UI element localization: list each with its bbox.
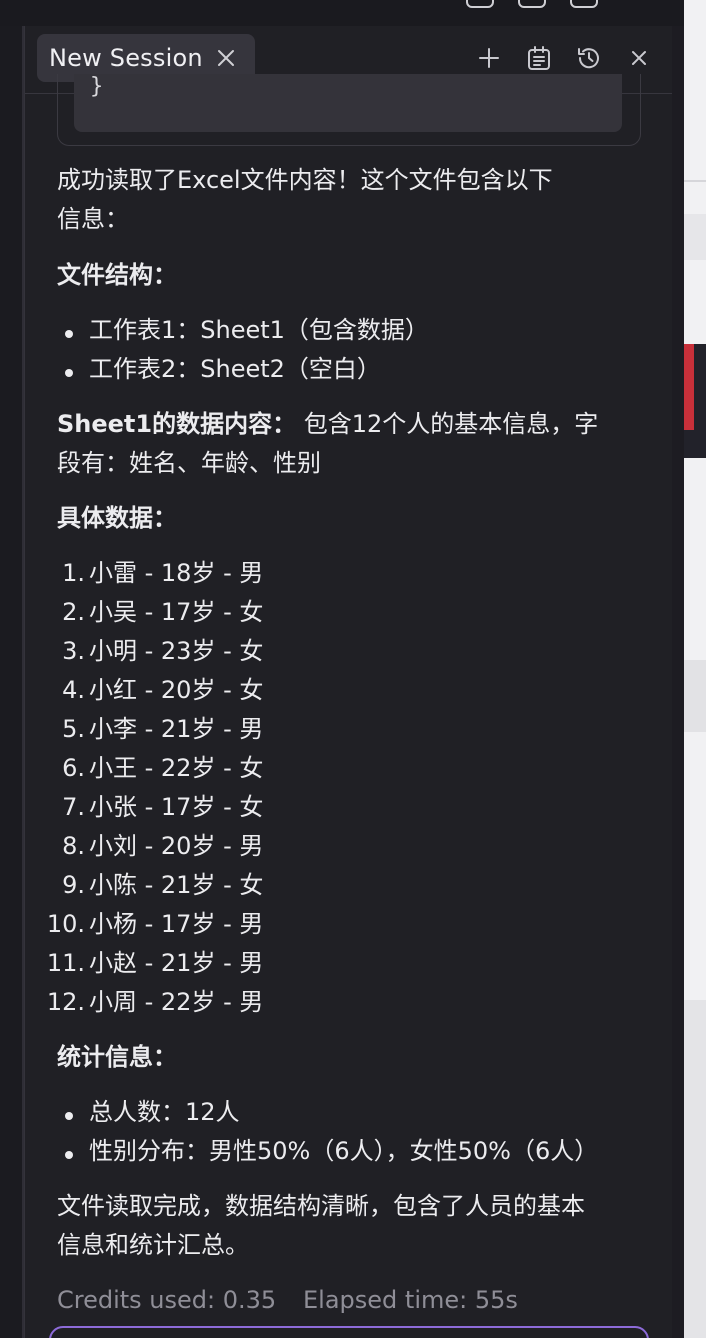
layout-icon[interactable] bbox=[466, 0, 494, 8]
sheet-line-1: Sheet1的数据内容： 包含12个人的基本信息，字 bbox=[57, 405, 598, 444]
left-editor-edge bbox=[0, 26, 24, 1338]
list-number: 2. bbox=[62, 598, 85, 626]
structure-item: 工作表2：Sheet2（空白） bbox=[89, 355, 381, 383]
list-item: 小陈 - 21岁 - 女 bbox=[89, 871, 264, 899]
list-number: 9. bbox=[62, 871, 85, 899]
structure-heading: 文件结构： bbox=[57, 261, 177, 289]
stats-heading: 统计信息： bbox=[57, 1043, 177, 1071]
stats-item: 总人数：12人 bbox=[89, 1098, 240, 1126]
code-closing-brace: } bbox=[90, 74, 104, 99]
bullet bbox=[65, 369, 73, 377]
chat-panel: New Session } 成功读取了Excel文件内容！这个文件包含以下 信息… bbox=[24, 26, 672, 1338]
list-item: 小张 - 17岁 - 女 bbox=[89, 793, 264, 821]
list-item: 小刘 - 20岁 - 男 bbox=[89, 832, 264, 860]
tab-close-icon[interactable] bbox=[215, 47, 237, 69]
list-number: 6. bbox=[62, 754, 85, 782]
code-block: } bbox=[57, 74, 641, 146]
list-item: 小赵 - 21岁 - 男 bbox=[89, 949, 264, 977]
history-icon[interactable] bbox=[575, 44, 603, 72]
close-panel-icon[interactable] bbox=[625, 44, 653, 72]
list-item: 小王 - 22岁 - 女 bbox=[89, 754, 264, 782]
session-tab-title: New Session bbox=[49, 44, 203, 72]
list-number: 4. bbox=[62, 676, 85, 704]
background-editor-edge bbox=[684, 0, 706, 1338]
list-number: 5. bbox=[62, 715, 85, 743]
list-item: 小雷 - 18岁 - 男 bbox=[89, 559, 264, 587]
stats-item: 性别分布：男性50%（6人），女性50%（6人） bbox=[89, 1137, 599, 1165]
sheet-line-2: 段有：姓名、年龄、性别 bbox=[57, 449, 321, 477]
list-item: 小吴 - 17岁 - 女 bbox=[89, 598, 264, 626]
plus-icon[interactable] bbox=[475, 44, 503, 72]
credits-used: Credits used: 0.35 bbox=[57, 1286, 277, 1314]
list-item: 小李 - 21岁 - 男 bbox=[89, 715, 264, 743]
top-strip bbox=[0, 0, 706, 26]
list-number: 10. bbox=[46, 910, 85, 938]
panel-icon[interactable] bbox=[518, 0, 546, 8]
intro-line-1: 成功读取了Excel文件内容！这个文件包含以下 bbox=[57, 166, 553, 194]
list-item: 小周 - 22岁 - 男 bbox=[89, 988, 264, 1016]
conclusion-line-2: 信息和统计汇总。 bbox=[57, 1231, 249, 1259]
notes-icon[interactable] bbox=[525, 44, 553, 72]
list-number: 3. bbox=[62, 637, 85, 665]
window-icon[interactable] bbox=[570, 0, 598, 8]
list-number: 8. bbox=[62, 832, 85, 860]
sheet-text-1: 包含12个人的基本信息，字 bbox=[303, 410, 599, 438]
list-item: 小杨 - 17岁 - 男 bbox=[89, 910, 264, 938]
sheet-heading: Sheet1的数据内容： bbox=[57, 410, 297, 438]
list-number: 1. bbox=[62, 559, 85, 587]
list-item: 小红 - 20岁 - 女 bbox=[89, 676, 264, 704]
intro-line-2: 信息： bbox=[57, 205, 129, 233]
list-number: 7. bbox=[62, 793, 85, 821]
structure-item: 工作表1：Sheet1（包含数据） bbox=[89, 316, 429, 344]
data-heading: 具体数据： bbox=[57, 504, 177, 532]
list-number: 12. bbox=[46, 988, 85, 1016]
bullet bbox=[65, 330, 73, 338]
bullet bbox=[65, 1112, 73, 1120]
list-item: 小明 - 23岁 - 女 bbox=[89, 637, 264, 665]
chat-input-box[interactable] bbox=[49, 1326, 649, 1338]
bullet bbox=[65, 1151, 73, 1159]
elapsed-time: Elapsed time: 55s bbox=[303, 1286, 518, 1314]
list-number: 11. bbox=[46, 949, 85, 977]
conclusion-line-1: 文件读取完成，数据结构清晰，包含了人员的基本 bbox=[57, 1192, 585, 1220]
